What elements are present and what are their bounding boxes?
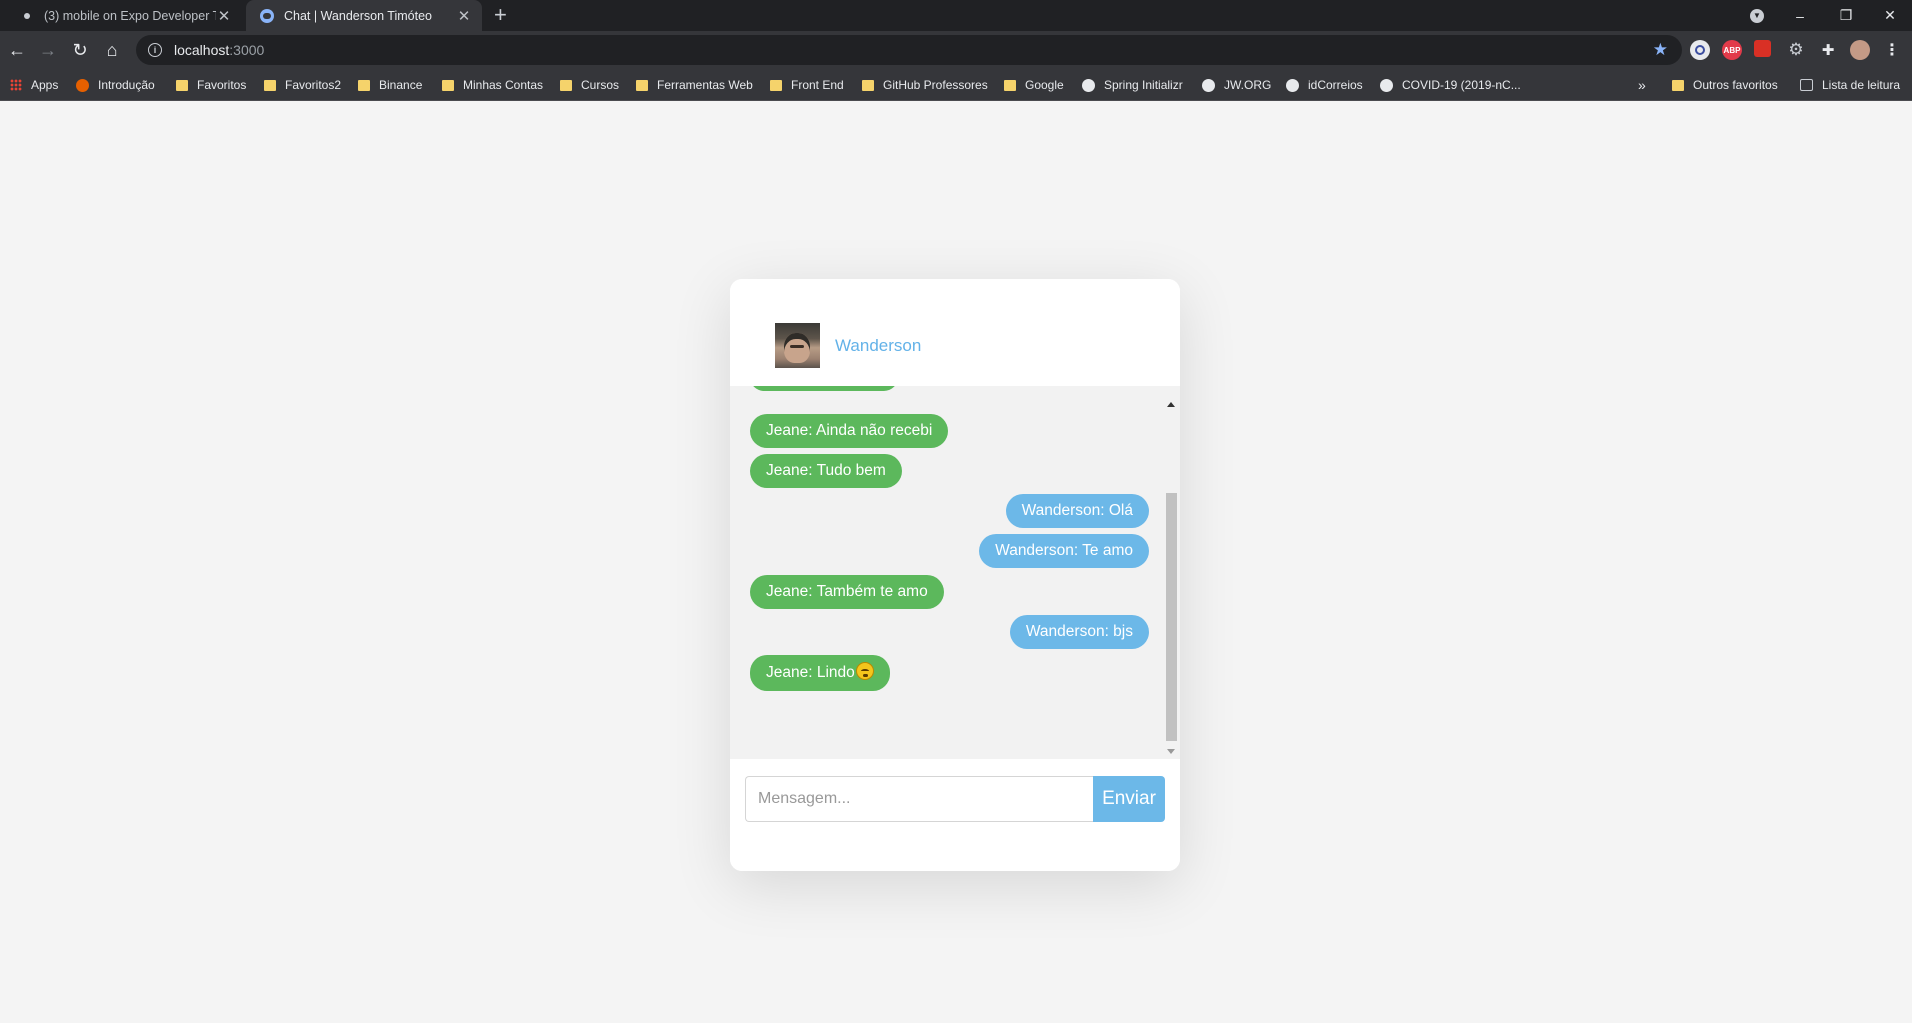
folder-icon bbox=[1672, 79, 1684, 91]
contact-avatar bbox=[775, 323, 820, 368]
minimize-button[interactable]: – bbox=[1780, 0, 1820, 31]
message-bubble-outgoing: Wanderson: Te amo bbox=[979, 534, 1149, 568]
calendar-extension-icon[interactable] bbox=[1754, 40, 1771, 57]
folder-icon bbox=[442, 79, 454, 91]
message-bubble-incoming: Jeane: Também te amo bbox=[750, 575, 944, 609]
bookmark-apps[interactable]: Apps bbox=[10, 69, 58, 101]
bookmark-introducao[interactable]: Introdução bbox=[76, 69, 155, 101]
reading-list-icon bbox=[1800, 79, 1813, 91]
chat-favicon-icon bbox=[260, 8, 274, 23]
site-info-icon[interactable]: i bbox=[148, 43, 162, 57]
bookmark-folder-favoritos[interactable]: Favoritos bbox=[176, 69, 246, 101]
bookmark-folder-binance[interactable]: Binance bbox=[358, 69, 422, 101]
gear-extension-icon[interactable]: ⚙ bbox=[1786, 40, 1806, 60]
firefox-icon bbox=[76, 78, 89, 92]
bookmark-star-icon[interactable]: ★ bbox=[1653, 40, 1668, 60]
chat-window: Wanderson Jeane: Ainda não recebi Jeane:… bbox=[730, 279, 1180, 871]
expo-favicon-icon bbox=[20, 9, 34, 23]
smirking-face-icon bbox=[855, 662, 874, 680]
url-host: localhost bbox=[174, 42, 230, 58]
bookmark-covid-19[interactable]: COVID-19 (2019-nC... bbox=[1380, 69, 1521, 101]
bookmark-folder-cursos[interactable]: Cursos bbox=[560, 69, 619, 101]
scrollbar-thumb[interactable] bbox=[1166, 493, 1177, 741]
profile-avatar[interactable] bbox=[1850, 40, 1870, 60]
home-icon[interactable]: ⌂ bbox=[100, 38, 124, 62]
tab-close-icon[interactable]: ✕ bbox=[216, 7, 232, 25]
folder-icon bbox=[770, 79, 782, 91]
privacy-badger-icon[interactable] bbox=[1690, 40, 1710, 60]
new-tab-button[interactable]: + bbox=[494, 3, 507, 27]
tab-close-icon[interactable]: ✕ bbox=[456, 7, 472, 25]
folder-icon bbox=[176, 79, 188, 91]
url-port: :3000 bbox=[229, 42, 265, 58]
message-list[interactable]: Jeane: Ainda não recebi Jeane: Tudo bem … bbox=[730, 386, 1180, 759]
folder-icon bbox=[636, 79, 648, 91]
globe-icon bbox=[1380, 78, 1393, 92]
message-list-scrollbar[interactable] bbox=[1163, 386, 1180, 759]
folder-icon bbox=[862, 79, 874, 91]
bookmark-folder-google[interactable]: Google bbox=[1004, 69, 1064, 101]
apps-grid-icon bbox=[10, 79, 22, 91]
message-bubble-incoming: Jeane: Lindo bbox=[750, 655, 890, 691]
bookmarks-bar: Apps Introdução Favoritos Favoritos2 Bin… bbox=[0, 69, 1912, 101]
scroll-down-arrow-icon[interactable] bbox=[1167, 749, 1175, 754]
folder-icon bbox=[264, 79, 276, 91]
globe-icon bbox=[1082, 78, 1095, 92]
browser-toolbar: ← → ↻ ⌂ i localhost:3000 ★ ABP ⚙ ✚ ⋮ bbox=[0, 31, 1912, 69]
tab-title: Chat | Wanderson Timóteo bbox=[284, 8, 432, 23]
puzzle-icon[interactable]: ✚ bbox=[1818, 40, 1838, 60]
bookmark-spring-initializr[interactable]: Spring Initializr bbox=[1082, 69, 1183, 101]
menu-kebab-icon[interactable]: ⋮ bbox=[1882, 40, 1902, 60]
globe-icon bbox=[1202, 78, 1215, 92]
message-input[interactable] bbox=[745, 776, 1093, 822]
message-text: Jeane: Lindo bbox=[766, 664, 855, 681]
bookmark-folder-front-end[interactable]: Front End bbox=[770, 69, 844, 101]
browser-tab-strip: (3) mobile on Expo Developer Tools ✕ Cha… bbox=[0, 0, 1912, 31]
page-viewport: Wanderson Jeane: Ainda não recebi Jeane:… bbox=[0, 101, 1912, 1023]
address-bar[interactable]: i localhost:3000 ★ bbox=[136, 35, 1682, 65]
reload-icon[interactable]: ↻ bbox=[68, 38, 92, 62]
scroll-up-arrow-icon[interactable] bbox=[1167, 402, 1175, 407]
chat-header: Wanderson bbox=[730, 279, 1180, 386]
bookmark-folder-favoritos2[interactable]: Favoritos2 bbox=[264, 69, 341, 101]
globe-icon bbox=[1286, 78, 1299, 92]
message-bubble-outgoing: Wanderson: Olá bbox=[1005, 494, 1149, 528]
tab-chat[interactable]: Chat | Wanderson Timóteo ✕ bbox=[246, 0, 482, 31]
message-bubble-incoming: Jeane: Ainda não recebi bbox=[750, 414, 949, 448]
message-bubble-incoming: Jeane: Tudo bem bbox=[750, 454, 902, 488]
abp-icon[interactable]: ABP bbox=[1722, 40, 1742, 60]
tab-expo-developer-tools[interactable]: (3) mobile on Expo Developer Tools ✕ bbox=[6, 0, 242, 31]
bookmark-folder-minhas-contas[interactable]: Minhas Contas bbox=[442, 69, 543, 101]
back-icon[interactable]: ← bbox=[5, 38, 29, 62]
tab-title: (3) mobile on Expo Developer Tools bbox=[44, 8, 216, 23]
bookmark-idcorreios[interactable]: idCorreios bbox=[1286, 69, 1363, 101]
forward-icon[interactable]: → bbox=[36, 38, 60, 62]
bookmarks-overflow-button[interactable]: » bbox=[1638, 69, 1646, 101]
folder-icon bbox=[358, 79, 370, 91]
message-bubble-outgoing: Wanderson: bjs bbox=[1009, 615, 1149, 649]
bookmark-folder-outros-favoritos[interactable]: Outros favoritos bbox=[1672, 69, 1778, 101]
bookmark-folder-github-professores[interactable]: GitHub Professores bbox=[862, 69, 988, 101]
reading-list-button[interactable]: Lista de leitura bbox=[1800, 69, 1900, 101]
close-window-button[interactable]: ✕ bbox=[1870, 0, 1910, 31]
contact-name: Wanderson bbox=[835, 336, 922, 355]
message-composer: Enviar bbox=[730, 759, 1180, 871]
tab-search-icon[interactable]: ▼ bbox=[1742, 0, 1772, 31]
bookmark-jw-org[interactable]: JW.ORG bbox=[1202, 69, 1271, 101]
folder-icon bbox=[560, 79, 572, 91]
folder-icon bbox=[1004, 79, 1016, 91]
message-bubble-partial bbox=[750, 386, 898, 391]
bookmark-folder-ferramentas-web[interactable]: Ferramentas Web bbox=[636, 69, 753, 101]
send-button[interactable]: Enviar bbox=[1093, 776, 1165, 822]
restore-button[interactable]: ❐ bbox=[1826, 0, 1866, 31]
